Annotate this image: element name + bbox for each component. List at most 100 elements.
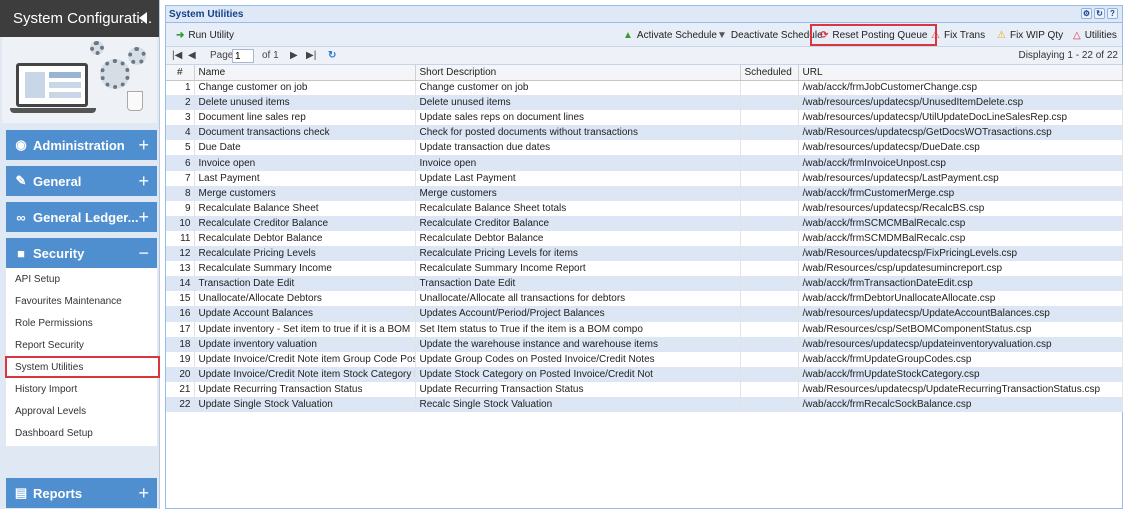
row-scheduled	[740, 261, 799, 277]
row-description: Update transaction due dates	[415, 140, 741, 156]
table-row[interactable]: 7 Last Payment Update Last Payment/wab/res…	[166, 170, 1123, 186]
help-icon[interactable]: ?	[1107, 8, 1118, 19]
prev-page-icon[interactable]: ◀	[188, 50, 196, 61]
gear-icon[interactable]: ⚙	[1081, 8, 1092, 19]
row-scheduled	[740, 125, 799, 141]
table-row[interactable]: 17 Update inventory - Set item to true if…	[166, 321, 1123, 337]
row-scheduled	[740, 110, 799, 126]
row-name: Unallocate/Allocate Debtors	[194, 291, 416, 307]
row-name: Update Recurring Transaction Status	[194, 381, 416, 397]
column-header-name[interactable]: Name	[194, 65, 416, 81]
nav-item-report-security[interactable]: Report Security	[6, 334, 157, 356]
row-url: /wab/acck/frmCustomerMerge.csp	[798, 185, 1123, 201]
gear-icon	[90, 41, 104, 55]
table-row[interactable]: 1 Change customer on job Change customer o…	[166, 80, 1123, 96]
refresh-icon[interactable]: ↻	[1094, 8, 1105, 19]
row-name: Merge customers	[194, 185, 416, 201]
users-icon: ◉	[15, 137, 27, 152]
collapse-icon[interactable]: −	[138, 243, 149, 264]
row-url: /wab/acck/frmUpdateGroupCodes.csp	[798, 351, 1123, 367]
column-header-description[interactable]: Short Description	[415, 65, 741, 81]
nav-item-system-utilities[interactable]: System Utilities	[5, 356, 160, 378]
expand-icon[interactable]: +	[138, 483, 149, 504]
reset-posting-queue-button[interactable]: ⟳ Reset Posting Queue	[810, 24, 938, 46]
table-row[interactable]: 13 Recalculate Summary Income Recalculate …	[166, 261, 1123, 277]
deactivate-schedule-button[interactable]: ▼ Deactivate Schedule	[717, 26, 823, 44]
page-number-input[interactable]	[232, 49, 254, 63]
table-row[interactable]: 18 Update inventory valuation Update the w…	[166, 336, 1123, 352]
security-submenu: API Setup Favourites Maintenance Role Pe…	[5, 268, 160, 446]
expand-icon[interactable]: +	[138, 135, 149, 156]
row-name: Transaction Date Edit	[194, 276, 416, 292]
row-url: /wab/acck/frmUpdateStockCategory.csp	[798, 366, 1123, 382]
row-url: /wab/acck/frmJobCustomerChange.csp	[798, 80, 1123, 96]
table-row[interactable]: 5 Due Date Update transaction due dates/wa…	[166, 140, 1123, 156]
table-row[interactable]: 9 Recalculate Balance Sheet Recalculate Ba…	[166, 200, 1123, 216]
table-row[interactable]: 3 Document line sales rep Update sales rep…	[166, 110, 1123, 126]
column-header-scheduled[interactable]: Scheduled	[740, 65, 799, 81]
nav-section-security[interactable]: ■ Security −	[6, 238, 157, 268]
column-header-number[interactable]: #	[166, 65, 195, 81]
row-description: Update Last Payment	[415, 170, 741, 186]
table-row[interactable]: 22 Update Single Stock Valuation Recalc Si…	[166, 396, 1123, 413]
table-row[interactable]: 16 Update Account Balances Updates Account…	[166, 306, 1123, 322]
grid-header-row: # Name Short Description Scheduled URL	[166, 65, 1123, 81]
table-row[interactable]: 4 Document transactions check Check for po…	[166, 125, 1123, 141]
table-row[interactable]: 10 Recalculate Creditor Balance Recalculat…	[166, 215, 1123, 231]
row-url: /wab/acck/frmDebtorUnallocateAllocate.cs…	[798, 291, 1123, 307]
expand-icon[interactable]: +	[138, 207, 149, 228]
table-row[interactable]: 11 Recalculate Debtor Balance Recalculate …	[166, 230, 1123, 247]
row-url: /wab/Resources/updatecsp/UpdateRecurring…	[798, 381, 1123, 397]
next-page-icon[interactable]: ▶	[290, 50, 298, 61]
row-url: /wab/Resources/csp/updatesumincreport.cs…	[798, 261, 1123, 277]
row-description: Update sales reps on document lines	[415, 110, 741, 126]
nav-section-reports[interactable]: ▤ Reports +	[6, 478, 157, 508]
table-row[interactable]: 14 Transaction Date Edit Transaction Date …	[166, 276, 1123, 292]
row-name: Recalculate Balance Sheet	[194, 200, 416, 216]
expand-icon[interactable]: +	[138, 171, 149, 192]
table-row[interactable]: 12 Recalculate Pricing Levels Recalculate …	[166, 246, 1123, 262]
row-url: /wab/resources/updatecsp/DueDate.csp	[798, 140, 1123, 156]
table-row[interactable]: 8 Merge customers Merge customers/wab/acck…	[166, 185, 1123, 201]
warning-outline-icon: △	[1073, 29, 1081, 41]
fix-wip-qty-button[interactable]: ⚠ Fix WIP Qty	[997, 26, 1063, 44]
nav-section-general-ledger[interactable]: ∞ General Ledger... +	[6, 202, 157, 232]
row-name: Document transactions check	[194, 125, 416, 141]
row-description: Recalculate Debtor Balance	[415, 230, 741, 247]
table-row[interactable]: 21 Update Recurring Transaction Status Upd…	[166, 381, 1123, 397]
table-row[interactable]: 19 Update Invoice/Credit Note item Group …	[166, 351, 1123, 367]
nav-section-general[interactable]: ✎ General +	[6, 166, 157, 196]
row-number: 8	[166, 185, 195, 201]
first-page-icon[interactable]: |◀	[172, 50, 182, 61]
utilities-button[interactable]: △ Utilities	[1073, 26, 1117, 44]
run-utility-button[interactable]: ➜ Run Utility	[176, 26, 234, 44]
nav-item-dashboard-setup[interactable]: Dashboard Setup	[6, 422, 157, 444]
fix-trans-button[interactable]: ⚠ Fix Trans	[931, 26, 985, 44]
table-row[interactable]: 2 Delete unused items Delete unused items /…	[166, 95, 1123, 111]
nav-section-administration[interactable]: ◉ Administration +	[6, 130, 157, 160]
refresh-icon[interactable]: ↻	[328, 50, 336, 61]
nav-item-api-setup[interactable]: API Setup	[6, 268, 157, 290]
nav-item-approval-levels[interactable]: Approval Levels	[6, 400, 157, 422]
nav-item-role-permissions[interactable]: Role Permissions	[6, 312, 157, 334]
row-scheduled	[740, 95, 799, 111]
row-number: 4	[166, 125, 195, 141]
nav-item-history-import[interactable]: History Import	[6, 378, 157, 400]
row-description: Update Stock Category on Posted Invoice/…	[415, 366, 741, 382]
table-row[interactable]: 20 Update Invoice/Credit Note item Stock …	[166, 366, 1123, 382]
row-name: Last Payment	[194, 170, 416, 186]
row-name: Document line sales rep	[194, 110, 416, 126]
row-number: 5	[166, 140, 195, 156]
activate-schedule-button[interactable]: ▲ Activate Schedule	[623, 26, 717, 44]
collapse-sidebar-icon[interactable]	[139, 12, 147, 24]
last-page-icon[interactable]: ▶|	[306, 50, 316, 61]
nav-item-favourites-maintenance[interactable]: Favourites Maintenance	[6, 290, 157, 312]
row-scheduled	[740, 366, 799, 382]
row-number: 6	[166, 155, 195, 171]
lock-icon: ■	[17, 245, 25, 261]
row-name: Update inventory valuation	[194, 336, 416, 352]
column-header-url[interactable]: URL	[798, 65, 1123, 81]
row-url: /wab/resources/updatecsp/UnusedItemDelet…	[798, 95, 1123, 111]
table-row[interactable]: 6 Invoice open Invoice open/wab/acck/frmIn…	[166, 155, 1123, 171]
table-row[interactable]: 15 Unallocate/Allocate Debtors Unallocate/…	[166, 291, 1123, 307]
